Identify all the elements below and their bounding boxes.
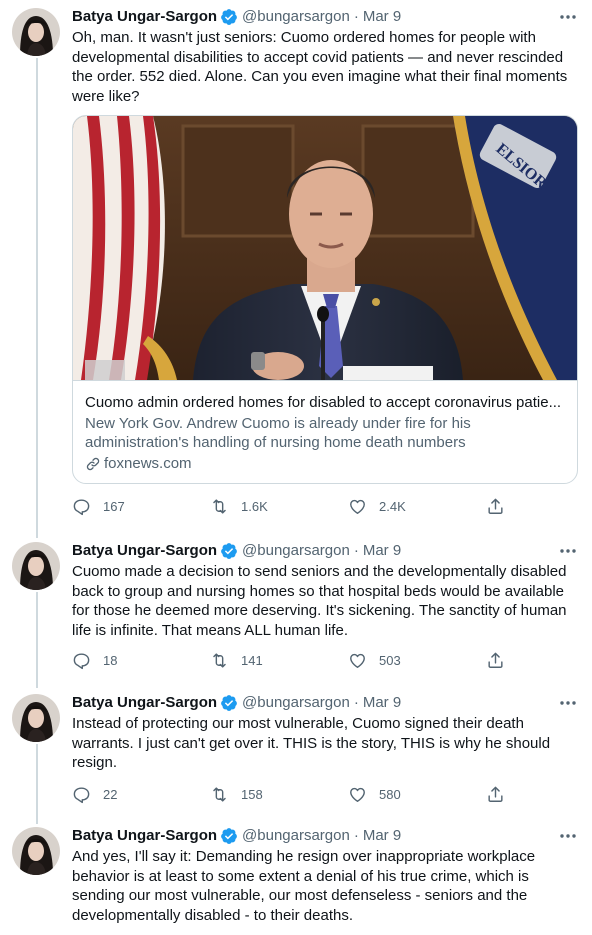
verified-badge-icon bbox=[220, 694, 238, 712]
tweet-text: And yes, I'll say it: Demanding he resig… bbox=[72, 848, 536, 924]
like-count: 503 bbox=[379, 652, 401, 668]
more-dots-icon[interactable] bbox=[558, 694, 578, 712]
card-image: ELSIOR bbox=[73, 116, 577, 380]
avatar[interactable] bbox=[12, 8, 60, 56]
retweet-icon bbox=[210, 651, 229, 670]
avatar[interactable] bbox=[12, 542, 60, 590]
avatar[interactable] bbox=[12, 694, 60, 742]
heart-icon bbox=[348, 785, 367, 804]
like-count: 2.4K bbox=[379, 498, 406, 514]
retweet-button[interactable]: 141 bbox=[210, 651, 348, 670]
retweet-count: 141 bbox=[241, 652, 263, 668]
separator: · bbox=[353, 694, 359, 711]
link-icon bbox=[85, 456, 104, 472]
heart-icon bbox=[348, 497, 367, 516]
author-name[interactable]: Batya Ungar-Sargon bbox=[72, 827, 217, 845]
reply-button[interactable]: 18 bbox=[72, 651, 210, 670]
separator: · bbox=[353, 827, 359, 844]
author-name[interactable]: Batya Ungar-Sargon bbox=[72, 8, 217, 26]
tweet-text: Cuomo made a decision to send seniors an… bbox=[72, 563, 567, 639]
reply-count: 18 bbox=[103, 652, 118, 668]
like-button[interactable]: 2.4K bbox=[348, 497, 486, 516]
separator: · bbox=[353, 8, 359, 25]
like-count: 580 bbox=[379, 787, 401, 802]
tweet-actions: 18 141 503 bbox=[72, 650, 578, 670]
author-handle[interactable]: @bungarsargon bbox=[242, 694, 350, 712]
tweet-date[interactable]: Mar 9 bbox=[363, 8, 401, 26]
card-title[interactable]: Cuomo admin ordered homes for disabled t… bbox=[85, 393, 565, 412]
share-button[interactable] bbox=[486, 651, 526, 670]
share-button[interactable] bbox=[486, 497, 526, 516]
more-dots-icon[interactable] bbox=[558, 827, 578, 845]
reply-count: 167 bbox=[103, 498, 125, 514]
link-card[interactable]: ELSIOR Cuomo admin ordered homes for dis… bbox=[72, 115, 578, 484]
tweet-date[interactable]: Mar 9 bbox=[363, 542, 401, 560]
verified-badge-icon bbox=[220, 8, 238, 26]
card-description: New York Gov. Andrew Cuomo is already un… bbox=[85, 415, 471, 451]
like-button[interactable]: 580 bbox=[348, 785, 486, 804]
reply-icon bbox=[72, 785, 91, 804]
share-icon bbox=[486, 497, 505, 516]
verified-badge-icon bbox=[220, 827, 238, 845]
avatar[interactable] bbox=[12, 827, 60, 875]
like-button[interactable]: 503 bbox=[348, 651, 486, 670]
tweet-date[interactable]: Mar 9 bbox=[363, 827, 401, 845]
heart-icon bbox=[348, 651, 367, 670]
tweet-actions: 22 158 580 bbox=[72, 785, 578, 805]
retweet-count: 158 bbox=[241, 787, 263, 802]
retweet-icon bbox=[210, 785, 229, 804]
retweet-button[interactable]: 158 bbox=[210, 785, 348, 804]
tweet-actions: 167 1.6K 2.4K bbox=[72, 496, 578, 516]
verified-badge-icon bbox=[220, 542, 238, 560]
share-icon bbox=[486, 785, 505, 804]
tweet-text: Oh, man. It wasn't just seniors: Cuomo o… bbox=[72, 29, 568, 105]
reply-button[interactable]: 22 bbox=[72, 785, 210, 804]
reply-button[interactable]: 167 bbox=[72, 497, 210, 516]
reply-icon bbox=[72, 651, 91, 670]
share-icon bbox=[486, 651, 505, 670]
share-button[interactable] bbox=[486, 785, 526, 804]
tweet-text: Instead of protecting our most vulnerabl… bbox=[72, 715, 551, 771]
author-name[interactable]: Batya Ungar-Sargon bbox=[72, 694, 217, 712]
retweet-button[interactable]: 1.6K bbox=[210, 497, 348, 516]
author-name[interactable]: Batya Ungar-Sargon bbox=[72, 542, 217, 560]
author-handle[interactable]: @bungarsargon bbox=[242, 827, 350, 845]
card-domain[interactable]: foxnews.com bbox=[104, 454, 192, 473]
separator: · bbox=[353, 542, 359, 559]
more-dots-icon[interactable] bbox=[558, 8, 578, 26]
thread-line bbox=[36, 58, 38, 538]
reply-icon bbox=[72, 497, 91, 516]
author-handle[interactable]: @bungarsargon bbox=[242, 542, 350, 560]
reply-count: 22 bbox=[103, 787, 118, 802]
author-handle[interactable]: @bungarsargon bbox=[242, 8, 350, 26]
more-dots-icon[interactable] bbox=[558, 542, 578, 560]
thread-line bbox=[36, 744, 38, 824]
retweet-icon bbox=[210, 497, 229, 516]
tweet-date[interactable]: Mar 9 bbox=[363, 694, 401, 712]
retweet-count: 1.6K bbox=[241, 498, 268, 514]
thread-line bbox=[36, 592, 38, 688]
